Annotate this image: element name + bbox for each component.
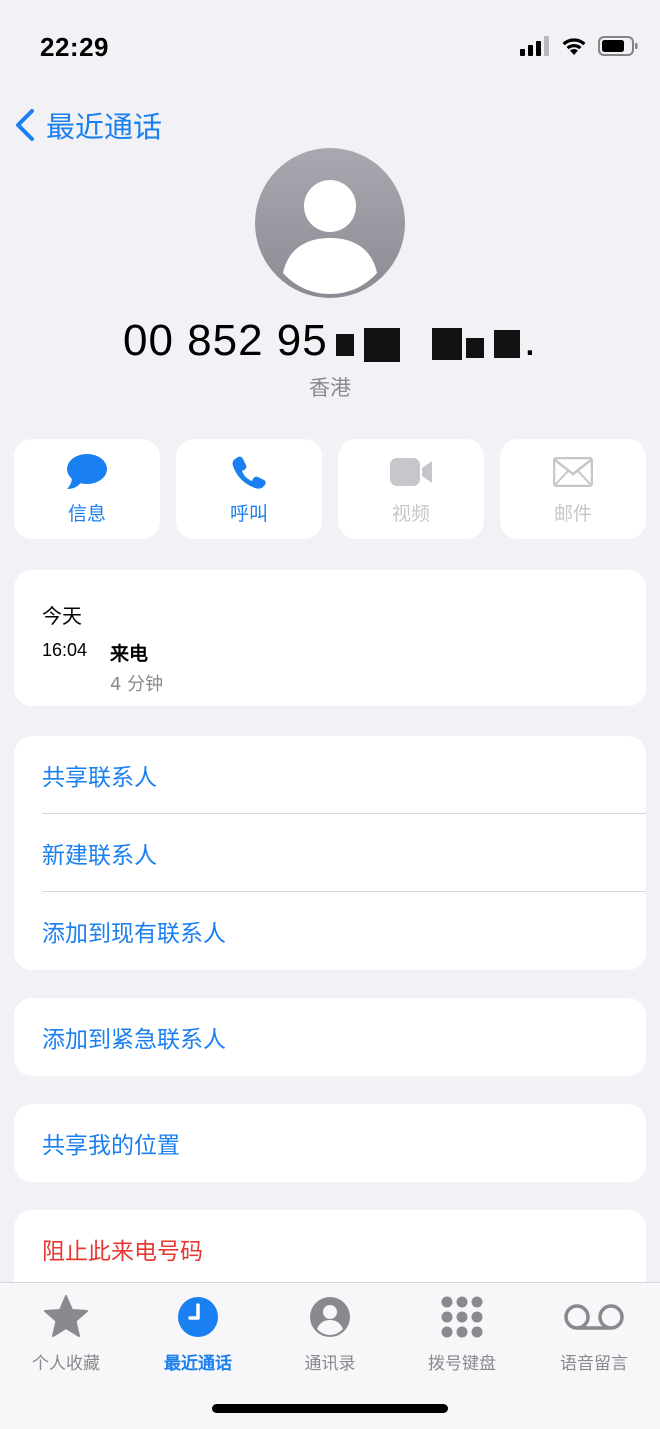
keypad-icon — [441, 1296, 483, 1338]
phone-number-visible: 00 852 95 — [123, 316, 328, 365]
chevron-left-icon — [16, 109, 34, 141]
cellular-signal-icon — [520, 36, 549, 56]
status-bar: 22:29 — [0, 0, 660, 90]
action-buttons: 信息 呼叫 视频 邮件 — [14, 439, 646, 539]
share-my-location-row[interactable]: 共享我的位置 — [14, 1104, 646, 1182]
tab-contacts[interactable]: 通讯录 — [264, 1293, 396, 1374]
battery-icon — [598, 36, 638, 56]
redaction-block — [432, 328, 462, 360]
phone-icon — [232, 456, 266, 489]
star-icon — [44, 1295, 88, 1337]
redaction-block — [336, 334, 354, 356]
emergency-card: 添加到紧急联系人 — [14, 998, 646, 1076]
voicemail-icon — [564, 1304, 624, 1330]
wifi-icon — [562, 38, 586, 55]
tab-keypad[interactable]: 拨号键盘 — [396, 1293, 528, 1374]
block-caller-row[interactable]: 阻止此来电号码 — [14, 1210, 646, 1282]
phone-number: 00 852 95. — [0, 316, 660, 366]
status-icons — [520, 36, 638, 56]
video-camera-icon — [390, 457, 432, 486]
phone-number-tail: . — [523, 316, 537, 365]
person-silhouette-icon — [255, 148, 405, 298]
call-button[interactable]: 呼叫 — [176, 439, 322, 539]
mail-button-label: 邮件 — [553, 502, 592, 525]
share-location-card: 共享我的位置 — [14, 1104, 646, 1182]
call-button-label: 呼叫 — [229, 502, 268, 525]
back-label: 最近通话 — [46, 110, 163, 144]
tab-voicemail-label: 语音留言 — [560, 1354, 628, 1374]
message-button[interactable]: 信息 — [14, 439, 160, 539]
status-time: 22:29 — [40, 32, 109, 62]
tab-recents[interactable]: 最近通话 — [132, 1293, 264, 1374]
tab-favorites-label: 个人收藏 — [32, 1354, 100, 1374]
contact-options-card: 共享联系人 新建联系人 添加到现有联系人 — [14, 736, 646, 970]
share-contact-row[interactable]: 共享联系人 — [14, 736, 646, 814]
block-card: 阻止此来电号码 — [14, 1210, 646, 1282]
history-call-type: 来电 — [110, 643, 149, 665]
contact-person-icon — [310, 1297, 350, 1337]
call-history-card: 今天 16:04 来电 4 分钟 — [14, 570, 646, 706]
tab-keypad-label: 拨号键盘 — [428, 1354, 496, 1374]
back-button[interactable]: 最近通话 — [14, 104, 162, 146]
redaction-block — [494, 330, 520, 358]
contact-avatar — [255, 148, 405, 298]
redaction-block — [364, 328, 400, 362]
new-contact-row[interactable]: 新建联系人 — [14, 814, 646, 892]
message-button-label: 信息 — [67, 502, 106, 525]
mail-envelope-icon — [553, 456, 593, 487]
tab-favorites[interactable]: 个人收藏 — [0, 1293, 132, 1374]
location-label: 香港 — [309, 376, 351, 400]
video-button-label: 视频 — [391, 502, 430, 525]
home-indicator — [212, 1404, 448, 1413]
video-button[interactable]: 视频 — [338, 439, 484, 539]
tab-voicemail[interactable]: 语音留言 — [528, 1293, 660, 1374]
history-day: 今天 — [42, 604, 82, 628]
message-bubble-icon — [67, 453, 107, 489]
mail-button[interactable]: 邮件 — [500, 439, 646, 539]
add-to-emergency-contacts-row[interactable]: 添加到紧急联系人 — [14, 998, 646, 1076]
redaction-block — [466, 338, 484, 358]
history-time: 16:04 — [42, 640, 88, 660]
tab-recents-label: 最近通话 — [164, 1354, 232, 1374]
history-duration: 4 分钟 — [110, 674, 164, 695]
clock-icon — [178, 1297, 218, 1337]
tab-contacts-label: 通讯录 — [304, 1354, 356, 1374]
add-to-existing-contact-row[interactable]: 添加到现有联系人 — [14, 892, 646, 970]
